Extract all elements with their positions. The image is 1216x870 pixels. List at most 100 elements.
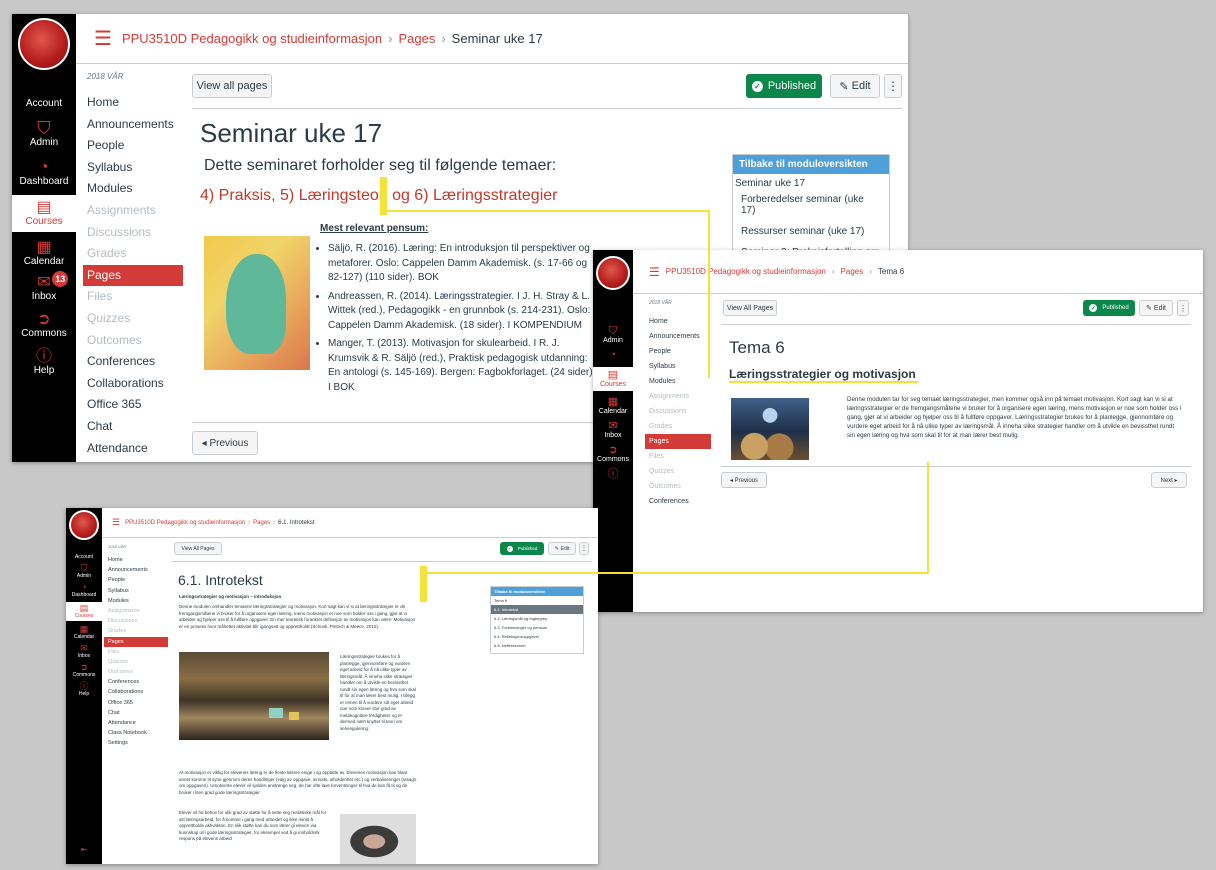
- next-button[interactable]: Next ▸: [1151, 472, 1187, 488]
- nav-help[interactable]: ⓘ Help: [34, 349, 55, 377]
- course-nav-item-files[interactable]: Files: [108, 647, 168, 657]
- breadcrumb-pages[interactable]: Pages: [841, 267, 864, 276]
- previous-button[interactable]: ◂ Previous: [192, 431, 258, 455]
- course-nav-item-modules[interactable]: Modules: [108, 596, 168, 606]
- course-nav-item-attendance[interactable]: Attendance: [87, 438, 183, 460]
- published-button[interactable]: ✓ Published: [746, 74, 822, 98]
- course-nav-item-announcements[interactable]: Announcements: [108, 565, 168, 575]
- course-nav-item-files[interactable]: Files: [87, 286, 183, 308]
- view-all-pages-button[interactable]: View All Pages: [174, 542, 222, 555]
- course-nav-item-people[interactable]: People: [87, 135, 183, 157]
- course-nav-item-pages[interactable]: Pages: [104, 636, 168, 647]
- university-logo[interactable]: [69, 510, 99, 540]
- course-nav-item-collaborations[interactable]: Collaborations: [87, 373, 183, 395]
- breadcrumb-pages[interactable]: Pages: [398, 31, 435, 46]
- more-options-button[interactable]: ⋮: [1177, 300, 1189, 316]
- course-nav-item-quizzes[interactable]: Quizzes: [649, 464, 711, 479]
- course-nav-item-assignments[interactable]: Assignments: [87, 200, 183, 222]
- course-nav-item-files[interactable]: Files: [649, 449, 711, 464]
- module-item[interactable]: 6.2. Læringsmål og fagbegrep: [491, 614, 583, 623]
- nav-commons[interactable]: ➲ Commons: [597, 445, 629, 464]
- course-nav-item-chat[interactable]: Chat: [108, 708, 168, 718]
- nav-calendar[interactable]: ▦ Calendar: [74, 625, 94, 641]
- nav-account[interactable]: Account: [75, 554, 93, 560]
- module-item[interactable]: 6.5. Nettressurser: [491, 641, 583, 650]
- nav-courses[interactable]: ▤ Courses: [593, 367, 633, 391]
- course-nav-item-announcements[interactable]: Announcements: [649, 329, 711, 344]
- university-logo[interactable]: [596, 256, 630, 290]
- course-nav-item-home[interactable]: Home: [87, 92, 183, 114]
- nav-account[interactable]: Account: [26, 98, 62, 109]
- course-nav-item-conferences[interactable]: Conferences: [108, 677, 168, 687]
- course-nav-item-outcomes[interactable]: Outcomes: [649, 479, 711, 494]
- course-nav-item-outcomes[interactable]: Outcomes: [108, 667, 168, 677]
- module-item[interactable]: 6.4. Refleksjonsoppgaver: [491, 632, 583, 641]
- breadcrumb-course[interactable]: PPU3510D Pedagogikk og studieinformasjon: [666, 267, 826, 276]
- module-item[interactable]: 6.1. Introtekst: [491, 605, 583, 614]
- course-nav-item-grades[interactable]: Grades: [649, 419, 711, 434]
- course-nav-item-conferences[interactable]: Conferences: [87, 351, 183, 373]
- course-nav-item-home[interactable]: Home: [649, 314, 711, 329]
- course-nav-item-assignments[interactable]: Assignments: [649, 389, 711, 404]
- module-box-header[interactable]: Tilbake til moduloversikten: [733, 155, 889, 174]
- course-nav-item-people[interactable]: People: [108, 575, 168, 585]
- course-nav-item-office-365[interactable]: Office 365: [108, 698, 168, 708]
- edit-button[interactable]: ✎ Edit: [1139, 300, 1173, 316]
- nav-calendar[interactable]: ▦ Calendar: [24, 240, 65, 268]
- course-nav-item-discussions[interactable]: Discussions: [649, 404, 711, 419]
- view-all-pages-button[interactable]: View all pages: [192, 74, 272, 98]
- view-all-pages-button[interactable]: View All Pages: [723, 300, 777, 316]
- breadcrumb-course[interactable]: PPU3510D Pedagogikk og studieinformasjon: [125, 520, 245, 526]
- nav-courses[interactable]: ▤ Courses: [66, 602, 102, 621]
- course-nav-item-outcomes[interactable]: Outcomes: [87, 330, 183, 352]
- course-nav-item-modules[interactable]: Modules: [87, 178, 183, 200]
- university-logo[interactable]: [18, 18, 70, 70]
- breadcrumb-course[interactable]: PPU3510D Pedagogikk og studieinformasjon: [122, 31, 382, 46]
- nav-inbox[interactable]: ✉ Inbox: [78, 644, 90, 660]
- edit-button[interactable]: ✎ Edit: [830, 74, 880, 98]
- nav-courses[interactable]: ▤ Courses: [12, 195, 76, 232]
- hamburger-icon[interactable]: ☰: [649, 265, 660, 279]
- course-nav-item-home[interactable]: Home: [108, 555, 168, 565]
- course-nav-item-syllabus[interactable]: Syllabus: [108, 586, 168, 596]
- nav-admin[interactable]: ⛉ Admin: [77, 564, 91, 580]
- course-nav-item-grades[interactable]: Grades: [108, 626, 168, 636]
- course-nav-item-conferences[interactable]: Conferences: [649, 494, 711, 509]
- course-nav-item-collaborations[interactable]: Collaborations: [108, 687, 168, 697]
- published-button[interactable]: ✓ Published: [1083, 300, 1135, 316]
- course-nav-item-quizzes[interactable]: Quizzes: [108, 657, 168, 667]
- module-item[interactable]: Forberedelser seminar (uke 17): [733, 189, 889, 221]
- nav-inbox[interactable]: ✉ Inbox: [604, 421, 621, 440]
- course-nav-item-syllabus[interactable]: Syllabus: [649, 359, 711, 374]
- breadcrumb-pages[interactable]: Pages: [253, 520, 270, 526]
- course-nav-item-settings[interactable]: Settings: [108, 738, 168, 748]
- course-nav-item-discussions[interactable]: Discussions: [108, 616, 168, 626]
- collapse-nav-icon[interactable]: ⇤: [81, 846, 88, 854]
- module-box-header[interactable]: Tilbake til moduloversikten: [491, 587, 583, 596]
- course-nav-item-syllabus[interactable]: Syllabus: [87, 157, 183, 179]
- nav-commons[interactable]: ➲ Commons: [73, 663, 96, 679]
- course-nav-item-discussions[interactable]: Discussions: [87, 222, 183, 244]
- hamburger-icon[interactable]: ☰: [94, 26, 112, 51]
- nav-help[interactable]: ⓘ Help: [79, 682, 89, 698]
- module-item[interactable]: Seminar uke 17: [733, 174, 889, 189]
- published-button[interactable]: ✓ Published: [500, 542, 544, 555]
- nav-dashboard[interactable]: ◔ Dashboard: [20, 160, 69, 188]
- course-nav-item-announcements[interactable]: Announcements: [87, 114, 183, 136]
- course-nav-item-attendance[interactable]: Attendance: [108, 718, 168, 728]
- course-nav-item-pages[interactable]: Pages: [645, 434, 711, 449]
- nav-admin[interactable]: ⛉ Admin: [30, 119, 58, 148]
- course-nav-item-quizzes[interactable]: Quizzes: [87, 308, 183, 330]
- nav-dashboard[interactable]: ◔: [610, 350, 617, 361]
- more-options-button[interactable]: ⋮: [579, 542, 589, 555]
- nav-help[interactable]: ⓘ: [608, 469, 619, 480]
- module-item[interactable]: 6.3. Forelesninger og pensum: [491, 623, 583, 632]
- nav-dashboard[interactable]: ◔ Dashboard: [72, 583, 96, 599]
- nav-calendar[interactable]: ▦ Calendar: [599, 397, 627, 416]
- hamburger-icon[interactable]: ☰: [112, 517, 120, 528]
- nav-admin[interactable]: ⛉ Admin: [603, 326, 623, 345]
- module-item[interactable]: Tema 6: [491, 596, 583, 605]
- edit-button[interactable]: ✎ Edit: [548, 542, 576, 555]
- course-nav-item-assignments[interactable]: Assignments: [108, 606, 168, 616]
- course-nav-item-office-365[interactable]: Office 365: [87, 394, 183, 416]
